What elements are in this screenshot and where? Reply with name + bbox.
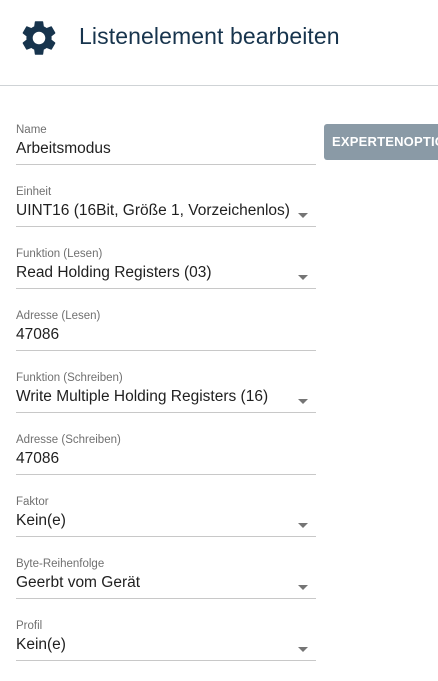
field-label: Byte-Reihenfolge (16, 558, 105, 570)
field-label: Profil (16, 620, 43, 632)
field-label: Funktion (Lesen) (16, 248, 103, 260)
dialog-title: Listenelement bearbeiten (79, 23, 340, 49)
read-address-field[interactable]: Adresse (Lesen) 47086 (16, 310, 316, 351)
field-label: Faktor (16, 496, 49, 508)
gear-icon (18, 17, 60, 59)
select-value: Kein(e) (16, 636, 66, 653)
dialog-header: Listenelement bearbeiten (0, 0, 438, 86)
write-address-input[interactable]: 47086 (16, 450, 59, 468)
name-input[interactable]: Arbeitsmodus (16, 140, 111, 158)
read-address-input[interactable]: 47086 (16, 326, 59, 344)
byte-order-select[interactable]: Byte-Reihenfolge Geerbt vom Gerät (16, 558, 316, 599)
dropdown-arrow-icon[interactable] (298, 523, 308, 528)
select-value: Write Multiple Holding Registers (16) (16, 388, 269, 405)
name-field[interactable]: Name Arbeitsmodus (16, 124, 316, 165)
select-value: Geerbt vom Gerät (16, 574, 141, 591)
unit-select[interactable]: Einheit UINT16 (16Bit, Größe 1, Vorzeich… (16, 186, 316, 227)
expert-options-button[interactable]: EXPERTENOPTIONEN (324, 124, 438, 160)
factor-select[interactable]: Faktor Kein(e) (16, 496, 316, 537)
field-label: Funktion (Schreiben) (16, 372, 123, 384)
dropdown-arrow-icon[interactable] (298, 585, 308, 590)
select-value: Read Holding Registers (03) (16, 264, 212, 281)
select-value: Kein(e) (16, 512, 66, 529)
field-label: Adresse (Lesen) (16, 310, 101, 322)
field-label: Einheit (16, 186, 52, 198)
dropdown-arrow-icon[interactable] (298, 647, 308, 652)
field-label: Adresse (Schreiben) (16, 434, 121, 446)
read-function-select[interactable]: Funktion (Lesen) Read Holding Registers … (16, 248, 316, 289)
select-value: UINT16 (16Bit, Größe 1, Vorzeichenlos) (16, 202, 290, 219)
field-label: Name (16, 124, 47, 136)
dropdown-arrow-icon[interactable] (298, 275, 308, 280)
profile-select[interactable]: Profil Kein(e) (16, 620, 316, 661)
dropdown-arrow-icon[interactable] (298, 399, 308, 404)
write-function-select[interactable]: Funktion (Schreiben) Write Multiple Hold… (16, 372, 316, 413)
dialog: Listenelement bearbeiten EXPERTENOPTIONE… (0, 0, 438, 681)
write-address-field[interactable]: Adresse (Schreiben) 47086 (16, 434, 316, 475)
dropdown-arrow-icon[interactable] (298, 213, 308, 218)
